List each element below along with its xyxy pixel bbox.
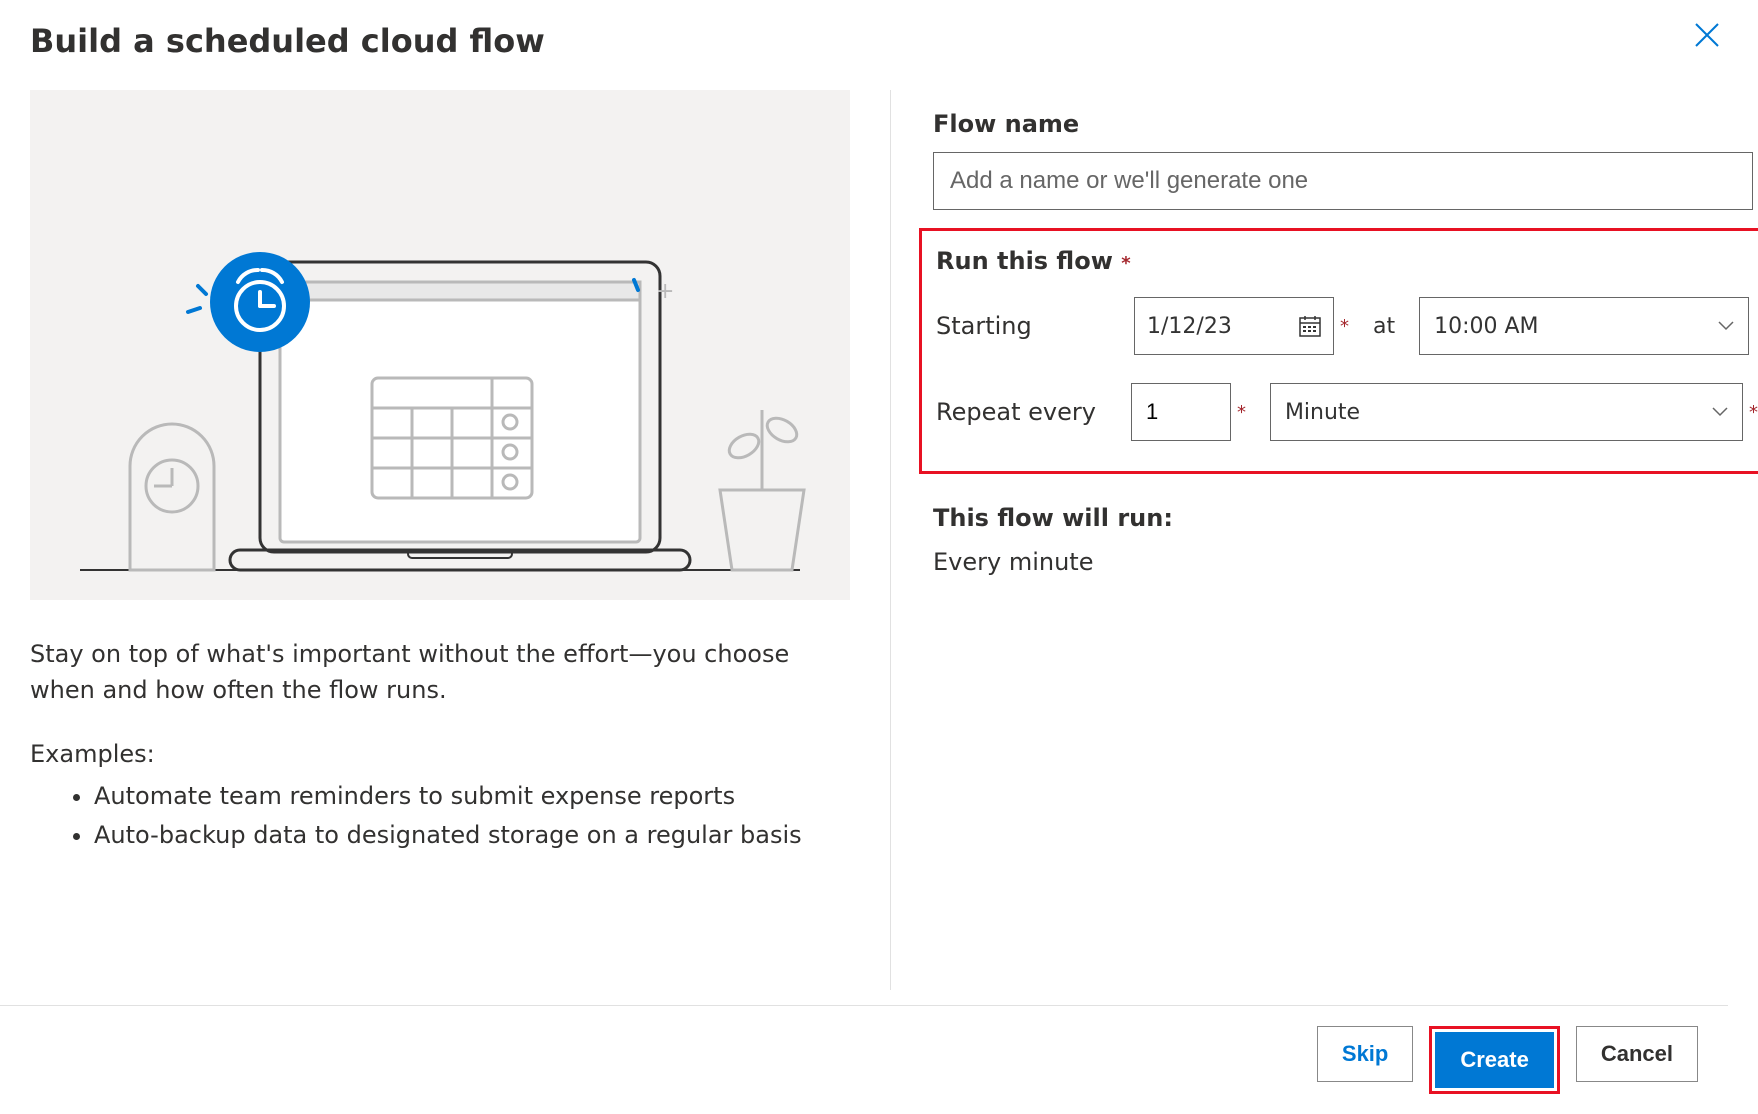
required-asterisk: * [1237,402,1246,423]
flow-name-input[interactable] [933,152,1753,210]
skip-button[interactable]: Skip [1317,1026,1413,1082]
time-value: 10:00 AM [1434,314,1538,339]
cancel-button[interactable]: Cancel [1576,1026,1698,1082]
dialog-title: Build a scheduled cloud flow [30,22,545,60]
calendar-icon[interactable] [1299,315,1321,337]
repeat-unit-select[interactable]: Minute [1270,383,1743,441]
create-button[interactable]: Create [1435,1032,1553,1088]
flow-name-label: Flow name [933,110,1758,138]
chevron-down-icon [1718,321,1734,331]
run-this-flow-label: Run this flow [936,247,1113,275]
description-text: Stay on top of what's important without … [30,636,830,708]
example-item: Auto-backup data to designated storage o… [94,817,850,854]
examples-header: Examples: [30,740,850,768]
svg-text:+: + [656,279,674,304]
date-value: 1/12/23 [1147,314,1232,339]
chevron-down-icon [1712,407,1728,417]
repeat-every-label: Repeat every [936,398,1131,426]
starting-label: Starting [936,312,1134,340]
at-label: at [1373,314,1395,339]
summary-text: Every minute [933,548,1758,576]
illustration: + [30,90,850,600]
create-button-highlight: Create [1429,1026,1559,1094]
unit-value: Minute [1285,400,1360,425]
start-time-select[interactable]: 10:00 AM [1419,297,1749,355]
required-asterisk: * [1340,316,1349,337]
repeat-interval-input[interactable] [1131,383,1231,441]
summary-header: This flow will run: [933,504,1758,532]
start-date-input[interactable]: 1/12/23 [1134,297,1334,355]
run-this-flow-section: Run this flow * Starting 1/12/23 * at 10… [919,228,1758,474]
close-icon[interactable] [1690,18,1724,52]
example-item: Automate team reminders to submit expens… [94,778,850,815]
required-asterisk: * [1749,402,1758,423]
required-asterisk: * [1121,253,1130,274]
